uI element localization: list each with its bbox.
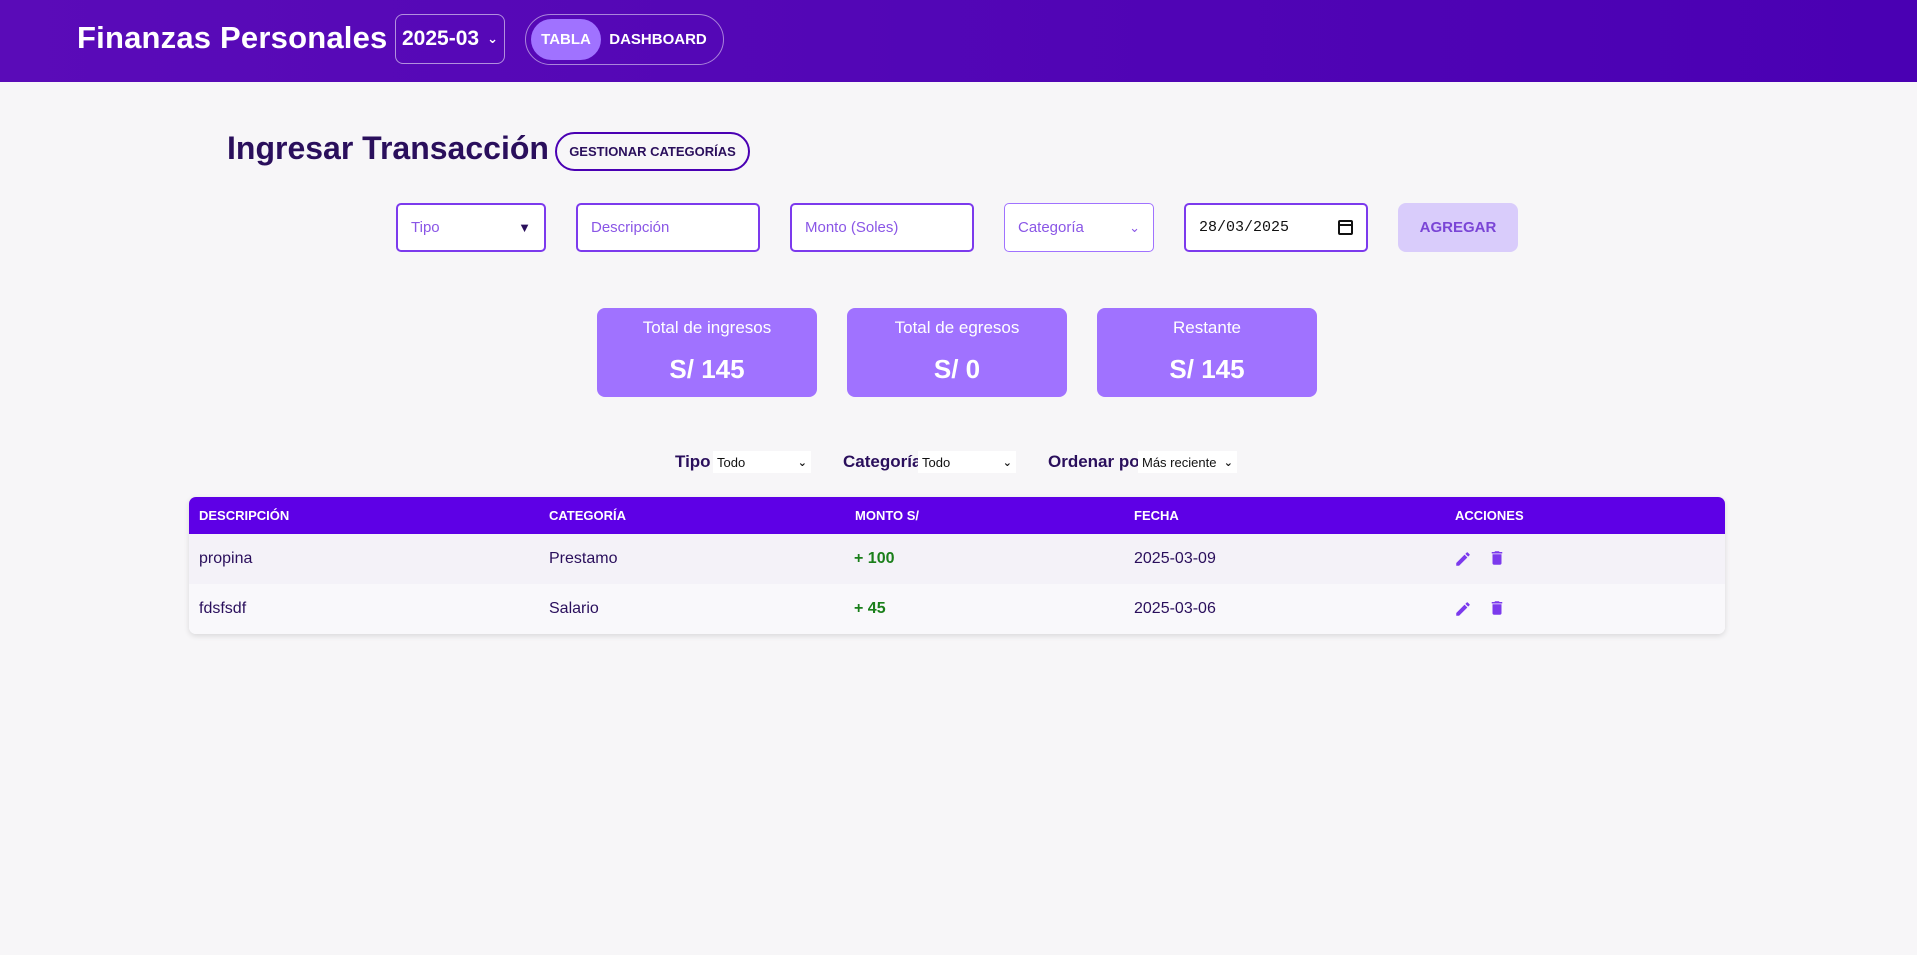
tab-dashboard[interactable]: DASHBOARD bbox=[601, 19, 715, 60]
summary-label: Total de ingresos bbox=[642, 318, 772, 337]
cell-date: 2025-03-06 bbox=[1134, 600, 1216, 617]
summary-value: S/ 145 bbox=[669, 354, 745, 384]
cell-description: fdsfsdf bbox=[199, 600, 247, 617]
table-row: propina Prestamo + 100 2025-03-09 bbox=[189, 534, 1725, 584]
date-value: 28/03/2025 bbox=[1199, 219, 1290, 236]
view-toggle: TABLA DASHBOARD bbox=[525, 14, 724, 65]
summary-card-income: Total de ingresos S/ 145 bbox=[597, 308, 817, 397]
pencil-icon[interactable] bbox=[1454, 600, 1472, 618]
chevron-down-icon: ⌄ bbox=[797, 456, 807, 469]
summary-label: Total de egresos bbox=[894, 318, 1020, 337]
summary-value: S/ 0 bbox=[933, 354, 981, 384]
cell-date: 2025-03-09 bbox=[1134, 550, 1216, 567]
cell-category: Prestamo bbox=[549, 550, 618, 567]
column-header: ACCIONES bbox=[1455, 508, 1524, 523]
month-select[interactable]: 2025-03 ⌄ bbox=[395, 14, 505, 64]
summary-label: Restante bbox=[1172, 318, 1242, 337]
chevron-down-icon: ⌄ bbox=[487, 31, 498, 46]
chevron-down-icon: ⌄ bbox=[1223, 456, 1233, 469]
column-header: DESCRIPCIÓN bbox=[199, 508, 290, 523]
summary-value: S/ 145 bbox=[1169, 354, 1245, 384]
amount-placeholder: Monto (Soles) bbox=[805, 219, 899, 236]
summary-card-remaining: Restante S/ 145 bbox=[1097, 308, 1317, 397]
filter-category-value: Todo bbox=[922, 454, 951, 470]
chevron-down-icon: ▼ bbox=[518, 220, 531, 235]
table-header: DESCRIPCIÓN CATEGORÍA MONTO S/ FECHA ACC… bbox=[189, 497, 1725, 534]
amount-input[interactable]: Monto (Soles) bbox=[790, 203, 974, 252]
filter-category-select[interactable]: Todo ⌄ bbox=[918, 451, 1016, 473]
calendar-icon[interactable] bbox=[1338, 220, 1353, 235]
chevron-down-icon: ⌄ bbox=[1129, 219, 1140, 235]
type-select[interactable]: Tipo ▼ bbox=[396, 203, 546, 252]
filter-type-value: Todo bbox=[717, 454, 746, 470]
add-button[interactable]: AGREGAR bbox=[1398, 203, 1518, 252]
cell-amount: + 45 bbox=[854, 600, 886, 617]
cell-description: propina bbox=[199, 550, 253, 567]
category-select[interactable]: Categoría ⌄ bbox=[1004, 203, 1154, 252]
cell-category: Salario bbox=[549, 600, 599, 617]
app-title: Finanzas Personales bbox=[77, 20, 388, 55]
filter-category-label: Categoría bbox=[843, 452, 922, 471]
filter-order-label: Ordenar por bbox=[1048, 452, 1147, 471]
month-select-value: 2025-03 bbox=[402, 27, 480, 50]
pencil-icon[interactable] bbox=[1454, 550, 1472, 568]
column-header: FECHA bbox=[1134, 508, 1179, 523]
column-header: MONTO S/ bbox=[855, 508, 920, 523]
filter-order-value: Más reciente bbox=[1142, 454, 1217, 470]
filter-type-label: Tipo bbox=[675, 452, 711, 471]
description-input[interactable]: Descripción bbox=[576, 203, 760, 252]
table-row: fdsfsdf Salario + 45 2025-03-06 bbox=[189, 584, 1725, 634]
chevron-down-icon: ⌄ bbox=[1002, 456, 1012, 469]
transactions-table: DESCRIPCIÓN CATEGORÍA MONTO S/ FECHA ACC… bbox=[189, 497, 1725, 634]
summary-card-expenses: Total de egresos S/ 0 bbox=[847, 308, 1067, 397]
trash-icon[interactable] bbox=[1488, 549, 1506, 567]
category-select-placeholder: Categoría bbox=[1018, 219, 1084, 236]
manage-categories-button[interactable]: GESTIONAR CATEGORÍAS bbox=[555, 132, 750, 171]
tab-tabla[interactable]: TABLA bbox=[531, 19, 601, 60]
cell-amount: + 100 bbox=[854, 550, 895, 567]
filter-order-select[interactable]: Más reciente ⌄ bbox=[1138, 451, 1237, 473]
description-placeholder: Descripción bbox=[591, 219, 670, 236]
date-input[interactable]: 28/03/2025 bbox=[1184, 203, 1368, 252]
trash-icon[interactable] bbox=[1488, 599, 1506, 617]
filter-type-select[interactable]: Todo ⌄ bbox=[713, 451, 811, 473]
type-select-placeholder: Tipo bbox=[411, 219, 440, 236]
page-title: Ingresar Transacción bbox=[227, 130, 549, 166]
column-header: CATEGORÍA bbox=[549, 508, 627, 523]
top-bar: Finanzas Personales 2025-03 ⌄ TABLA DASH… bbox=[0, 0, 1917, 82]
